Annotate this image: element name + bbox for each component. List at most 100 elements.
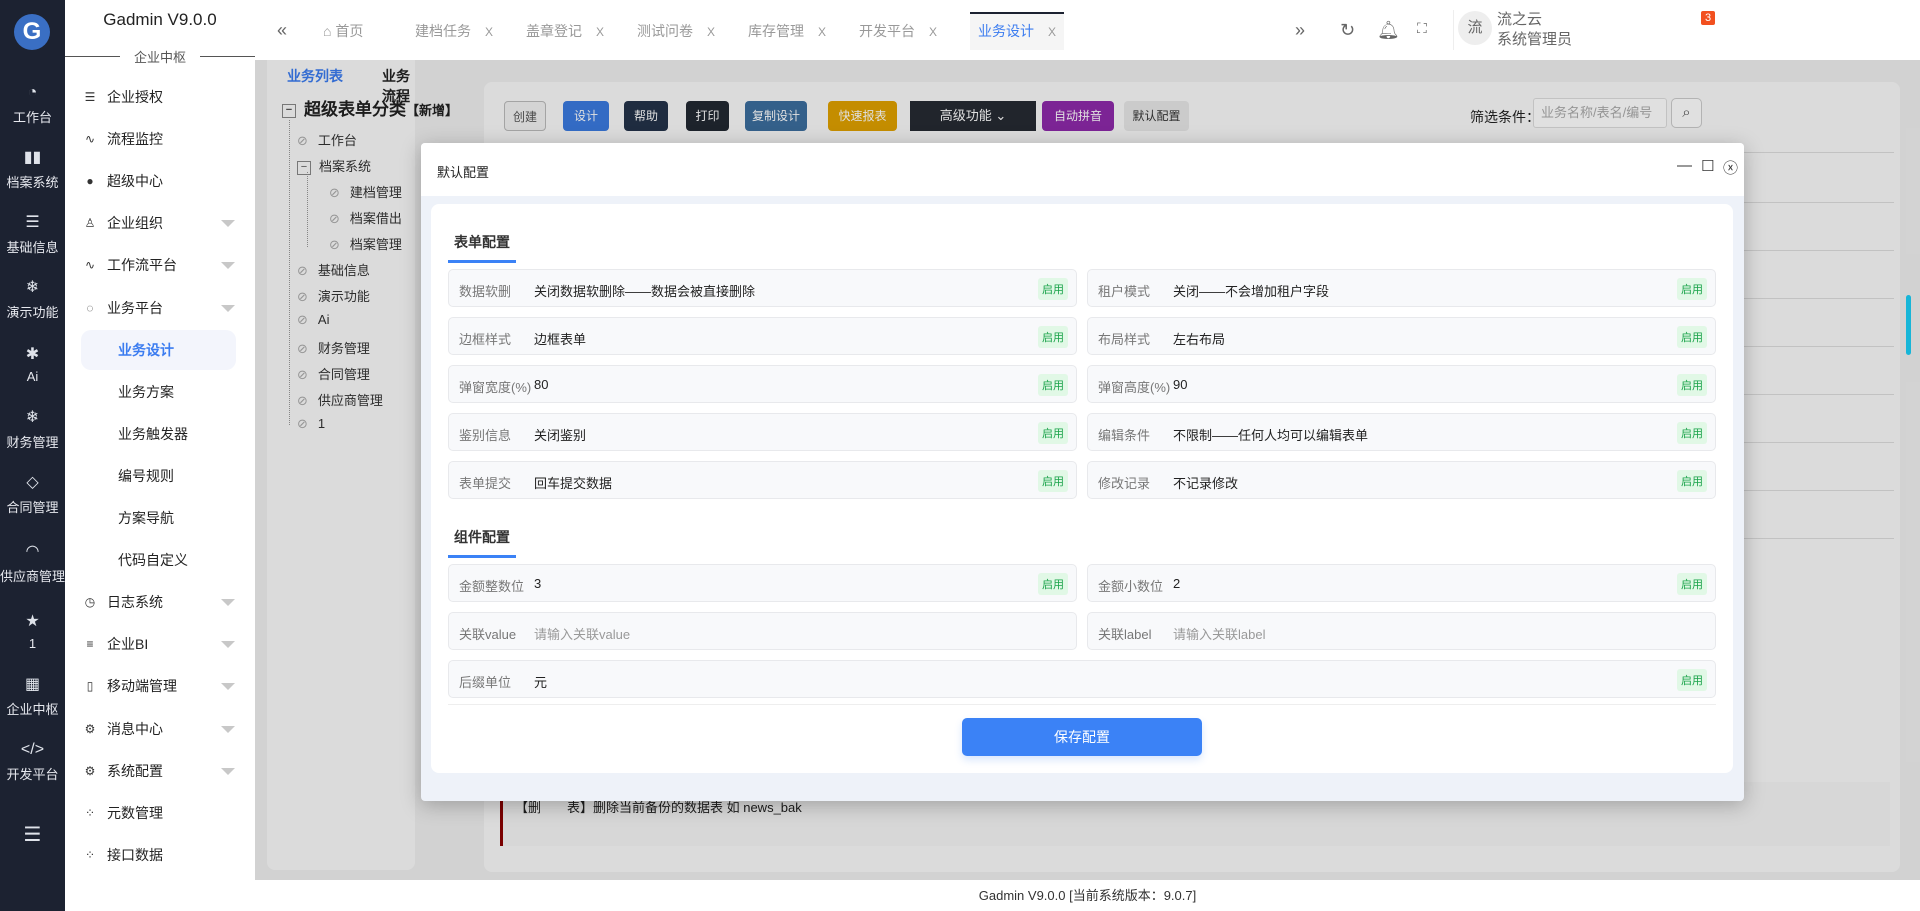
menu-item[interactable]: 编号规则 (65, 458, 255, 494)
menu-item[interactable]: ⁘接口数据 (65, 837, 255, 873)
enabled-badge[interactable]: 启用 (1677, 326, 1707, 348)
app-logo: G (14, 14, 50, 50)
tab-item[interactable]: 开发平台X (859, 12, 937, 50)
rail-item[interactable]: ❄演示功能 (0, 267, 65, 332)
config-value[interactable]: 不限制——任何人均可以编辑表单 (1173, 425, 1368, 444)
avatar[interactable]: 流 (1458, 11, 1492, 45)
close-tab-icon[interactable]: X (1048, 25, 1056, 39)
enabled-badge[interactable]: 启用 (1038, 374, 1068, 396)
config-value[interactable]: 元 (534, 672, 547, 691)
menu-item[interactable]: ◌业务平台 (65, 290, 255, 326)
config-row[interactable]: 弹窗宽度(%)80启用 (448, 365, 1077, 403)
close-tab-icon[interactable]: X (707, 25, 715, 39)
scrollbar-thumb[interactable] (1906, 295, 1911, 355)
config-row[interactable]: 租户模式关闭——不会增加租户字段启用 (1087, 269, 1716, 307)
menu-item[interactable]: ▯移动端管理 (65, 668, 255, 704)
config-value[interactable]: 90 (1173, 377, 1187, 392)
tab-item[interactable]: 盖章登记X (526, 12, 604, 50)
refresh-icon[interactable]: ↻ (1340, 20, 1355, 41)
rail-item[interactable]: ◇合同管理 (0, 462, 65, 527)
menu-item[interactable]: ⁘元数管理 (65, 795, 255, 831)
rail-item[interactable]: ✱Ai (0, 332, 65, 397)
config-row[interactable]: 金额小数位2启用 (1087, 564, 1716, 602)
tab-item[interactable]: 建档任务X (415, 12, 493, 50)
enabled-badge[interactable]: 启用 (1677, 669, 1707, 691)
tab-item[interactable]: 库存管理X (748, 12, 826, 50)
enabled-badge[interactable]: 启用 (1677, 573, 1707, 595)
menu-item[interactable]: ●超级中心 (65, 163, 255, 199)
menu-item[interactable]: ∿流程监控 (65, 121, 255, 157)
close-icon[interactable]: ⓧ (1723, 157, 1738, 178)
user-info[interactable]: 流之云系统管理员 (1497, 10, 1572, 50)
config-row[interactable]: 弹窗高度(%)90启用 (1087, 365, 1716, 403)
menu-item[interactable]: 业务方案 (65, 374, 255, 410)
enabled-badge[interactable]: 启用 (1677, 278, 1707, 300)
menu-item[interactable]: ◷日志系统 (65, 584, 255, 620)
config-value[interactable]: 不记录修改 (1173, 473, 1238, 492)
config-value[interactable]: 边框表单 (534, 329, 586, 348)
rail-item[interactable]: ▮▮档案系统 (0, 137, 65, 202)
config-row[interactable]: 布局样式左右布局启用 (1087, 317, 1716, 355)
config-row[interactable]: 金额整数位3启用 (448, 564, 1077, 602)
config-value[interactable]: 回车提交数据 (534, 473, 612, 492)
menu-item[interactable]: 代码自定义 (65, 542, 255, 578)
config-row[interactable]: 表单提交回车提交数据启用 (448, 461, 1077, 499)
tab-item[interactable]: 业务设计X (970, 12, 1064, 50)
config-value[interactable]: 2 (1173, 576, 1180, 591)
config-value[interactable]: 关闭数据软删除——数据会被直接删除 (534, 281, 755, 300)
menu-item[interactable]: 方案导航 (65, 500, 255, 536)
enabled-badge[interactable]: 启用 (1038, 278, 1068, 300)
enabled-badge[interactable]: 启用 (1677, 374, 1707, 396)
close-tab-icon[interactable]: X (485, 25, 493, 39)
save-config-button[interactable]: 保存配置 (962, 718, 1202, 756)
collapse-tabs-left-icon[interactable]: « (277, 20, 287, 41)
rail-item[interactable]: ◔工作台 (0, 72, 65, 137)
menu-item[interactable]: 业务触发器 (65, 416, 255, 452)
minimize-icon[interactable]: — (1677, 157, 1692, 174)
config-row[interactable]: 边框样式边框表单启用 (448, 317, 1077, 355)
collapse-menu-icon[interactable]: ☰ (0, 822, 65, 847)
scroll-tabs-right-icon[interactable]: » (1295, 20, 1305, 41)
config-value[interactable]: 关闭——不会增加租户字段 (1173, 281, 1329, 300)
close-tab-icon[interactable]: X (929, 25, 937, 39)
rail-item[interactable]: ▦企业中枢 (0, 664, 65, 729)
bell-icon[interactable]: 🔔︎ (1377, 20, 1400, 41)
enabled-badge[interactable]: 启用 (1677, 422, 1707, 444)
config-value[interactable]: 左右布局 (1173, 329, 1225, 348)
config-row[interactable]: 后缀单位元启用 (448, 660, 1716, 698)
maximize-icon[interactable]: ☐ (1701, 157, 1714, 175)
config-input[interactable]: 请输入关联value (534, 624, 630, 643)
enabled-badge[interactable]: 启用 (1677, 470, 1707, 492)
config-input[interactable]: 请输入关联label (1173, 624, 1265, 643)
menu-item[interactable]: 业务设计 (81, 330, 236, 370)
enabled-badge[interactable]: 启用 (1038, 573, 1068, 595)
menu-item[interactable]: ∿工作流平台 (65, 247, 255, 283)
tab-item[interactable]: 测试问卷X (637, 12, 715, 50)
close-tab-icon[interactable]: X (818, 25, 826, 39)
config-row[interactable]: 关联value请输入关联value (448, 612, 1077, 650)
rail-item[interactable]: ◠供应商管理 (0, 527, 65, 599)
rail-item[interactable]: ★1 (0, 599, 65, 664)
enabled-badge[interactable]: 启用 (1038, 422, 1068, 444)
config-row[interactable]: 编辑条件不限制——任何人均可以编辑表单启用 (1087, 413, 1716, 451)
menu-item[interactable]: ⚙消息中心 (65, 711, 255, 747)
rail-item[interactable]: ☰基础信息 (0, 202, 65, 267)
config-row[interactable]: 数据软删关闭数据软删除——数据会被直接删除启用 (448, 269, 1077, 307)
menu-item[interactable]: ≡企业BI (65, 626, 255, 662)
rail-item[interactable]: </>开发平台 (0, 729, 65, 794)
enabled-badge[interactable]: 启用 (1038, 470, 1068, 492)
config-value[interactable]: 3 (534, 576, 541, 591)
config-row[interactable]: 关联label请输入关联label (1087, 612, 1716, 650)
config-value[interactable]: 80 (534, 377, 548, 392)
tab-item[interactable]: ⌂ 首页 (323, 12, 363, 50)
fullscreen-icon[interactable]: ⛶ (1417, 20, 1427, 37)
close-tab-icon[interactable]: X (596, 25, 604, 39)
enabled-badge[interactable]: 启用 (1038, 326, 1068, 348)
config-row[interactable]: 鉴别信息关闭鉴别启用 (448, 413, 1077, 451)
config-row[interactable]: 修改记录不记录修改启用 (1087, 461, 1716, 499)
menu-item[interactable]: ♙企业组织 (65, 205, 255, 241)
config-value[interactable]: 关闭鉴别 (534, 425, 586, 444)
rail-item[interactable]: ❄财务管理 (0, 397, 65, 462)
menu-item[interactable]: ⚙系统配置 (65, 753, 255, 789)
menu-item[interactable]: ☰企业授权 (65, 79, 255, 115)
